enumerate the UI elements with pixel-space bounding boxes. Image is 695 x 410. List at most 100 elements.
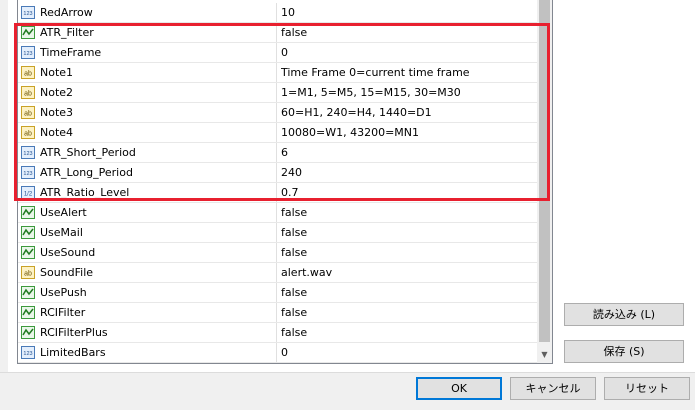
column-divider xyxy=(276,143,277,162)
scroll-down-arrow-icon[interactable]: ▼ xyxy=(537,347,552,363)
column-divider xyxy=(276,43,277,62)
param-row[interactable]: UseMail false xyxy=(18,223,537,243)
column-divider xyxy=(276,203,277,222)
param-name: RCIFilterPlus xyxy=(40,326,108,339)
column-divider xyxy=(276,343,277,362)
column-divider xyxy=(276,123,277,142)
param-row[interactable]: 123 LimitedBars 0 xyxy=(18,343,537,363)
svg-text:ab: ab xyxy=(24,71,32,78)
vertical-scrollbar[interactable]: ▼ xyxy=(537,0,552,363)
svg-text:123: 123 xyxy=(23,151,32,157)
param-row[interactable]: 123 ATR_Short_Period 6 xyxy=(18,143,537,163)
text-icon: ab xyxy=(21,266,35,279)
param-row[interactable]: ab Note2 1=M1, 5=M5, 15=M15, 30=M30 xyxy=(18,83,537,103)
param-value[interactable]: false xyxy=(281,226,535,239)
param-row[interactable]: 123 ATR_Long_Period 240 xyxy=(18,163,537,183)
bool-icon xyxy=(21,26,35,39)
param-value[interactable]: 6 xyxy=(281,146,535,159)
svg-text:ab: ab xyxy=(24,111,32,118)
bool-icon xyxy=(21,226,35,239)
column-divider xyxy=(276,63,277,82)
cancel-button[interactable]: キャンセル xyxy=(510,377,596,400)
param-value[interactable]: false xyxy=(281,246,535,259)
param-name: RedArrow xyxy=(40,6,93,19)
text-icon: ab xyxy=(21,106,35,119)
reset-button[interactable]: リセット xyxy=(604,377,690,400)
parameter-grid[interactable]: 123 RedArrow 10 ATR_Filter false 123 TimeFrame… xyxy=(17,0,553,364)
text-icon: ab xyxy=(21,126,35,139)
svg-text:123: 123 xyxy=(23,351,32,357)
param-row[interactable]: UseAlert false xyxy=(18,203,537,223)
bool-icon xyxy=(21,246,35,259)
ok-button[interactable]: OK xyxy=(416,377,502,400)
number-icon: 123 xyxy=(21,6,35,19)
column-divider xyxy=(276,163,277,182)
column-divider xyxy=(276,303,277,322)
scrollbar-thumb[interactable] xyxy=(539,0,550,342)
param-value[interactable]: 1=M1, 5=M5, 15=M15, 30=M30 xyxy=(281,86,535,99)
param-name: SoundFile xyxy=(40,266,94,279)
param-row[interactable]: 123 RedArrow 10 xyxy=(18,3,537,23)
param-name: ATR_Ratio_Level xyxy=(40,186,130,199)
param-value[interactable]: false xyxy=(281,26,535,39)
svg-text:ab: ab xyxy=(24,271,32,278)
param-value[interactable]: 10 xyxy=(281,6,535,19)
param-value[interactable]: 0 xyxy=(281,46,535,59)
param-value[interactable]: alert.wav xyxy=(281,266,535,279)
param-value[interactable]: 60=H1, 240=H4, 1440=D1 xyxy=(281,106,535,119)
param-name: UsePush xyxy=(40,286,87,299)
param-value[interactable]: 240 xyxy=(281,166,535,179)
number-icon: 123 xyxy=(21,346,35,359)
param-row[interactable]: RCIFilter false xyxy=(18,303,537,323)
svg-text:123: 123 xyxy=(23,11,32,17)
param-row[interactable]: 1/2 ATR_Ratio_Level 0.7 xyxy=(18,183,537,203)
bool-icon xyxy=(21,326,35,339)
column-divider xyxy=(276,283,277,302)
svg-text:123: 123 xyxy=(23,171,32,177)
param-name: ATR_Short_Period xyxy=(40,146,136,159)
fraction-icon: 1/2 xyxy=(21,186,35,199)
param-name: Note3 xyxy=(40,106,74,119)
param-row[interactable]: RCIFilterPlus false xyxy=(18,323,537,343)
bool-icon xyxy=(21,286,35,299)
param-value[interactable]: 0 xyxy=(281,346,535,359)
column-divider xyxy=(276,263,277,282)
svg-text:ab: ab xyxy=(24,131,32,138)
param-name: Note2 xyxy=(40,86,74,99)
param-value[interactable]: 0.7 xyxy=(281,186,535,199)
param-value[interactable]: false xyxy=(281,206,535,219)
number-icon: 123 xyxy=(21,46,35,59)
svg-text:123: 123 xyxy=(23,51,32,57)
load-button[interactable]: 読み込み (L) xyxy=(564,303,684,326)
column-divider xyxy=(276,23,277,42)
param-name: Note4 xyxy=(40,126,74,139)
param-name: RCIFilter xyxy=(40,306,86,319)
param-name: ATR_Long_Period xyxy=(40,166,133,179)
column-divider xyxy=(276,243,277,262)
param-row[interactable]: ab SoundFile alert.wav xyxy=(18,263,537,283)
param-value[interactable]: 10080=W1, 43200=MN1 xyxy=(281,126,535,139)
column-divider xyxy=(276,223,277,242)
param-value[interactable]: false xyxy=(281,286,535,299)
param-row[interactable]: UsePush false xyxy=(18,283,537,303)
number-icon: 123 xyxy=(21,146,35,159)
param-value[interactable]: Time Frame 0=current time frame xyxy=(281,66,535,79)
column-divider xyxy=(276,323,277,342)
param-value[interactable]: false xyxy=(281,326,535,339)
param-row[interactable]: 123 TimeFrame 0 xyxy=(18,43,537,63)
bool-icon xyxy=(21,306,35,319)
number-icon: 123 xyxy=(21,166,35,179)
param-row[interactable]: ATR_Filter false xyxy=(18,23,537,43)
save-button[interactable]: 保存 (S) xyxy=(564,340,684,363)
bool-icon xyxy=(21,206,35,219)
param-row[interactable]: ab Note3 60=H1, 240=H4, 1440=D1 xyxy=(18,103,537,123)
param-name: TimeFrame xyxy=(40,46,102,59)
param-name: UseMail xyxy=(40,226,83,239)
param-name: LimitedBars xyxy=(40,346,106,359)
svg-text:ab: ab xyxy=(24,91,32,98)
param-row[interactable]: UseSound false xyxy=(18,243,537,263)
param-row[interactable]: ab Note1 Time Frame 0=current time frame xyxy=(18,63,537,83)
param-value[interactable]: false xyxy=(281,306,535,319)
param-row[interactable]: ab Note4 10080=W1, 43200=MN1 xyxy=(18,123,537,143)
svg-text:1/2: 1/2 xyxy=(24,192,33,198)
